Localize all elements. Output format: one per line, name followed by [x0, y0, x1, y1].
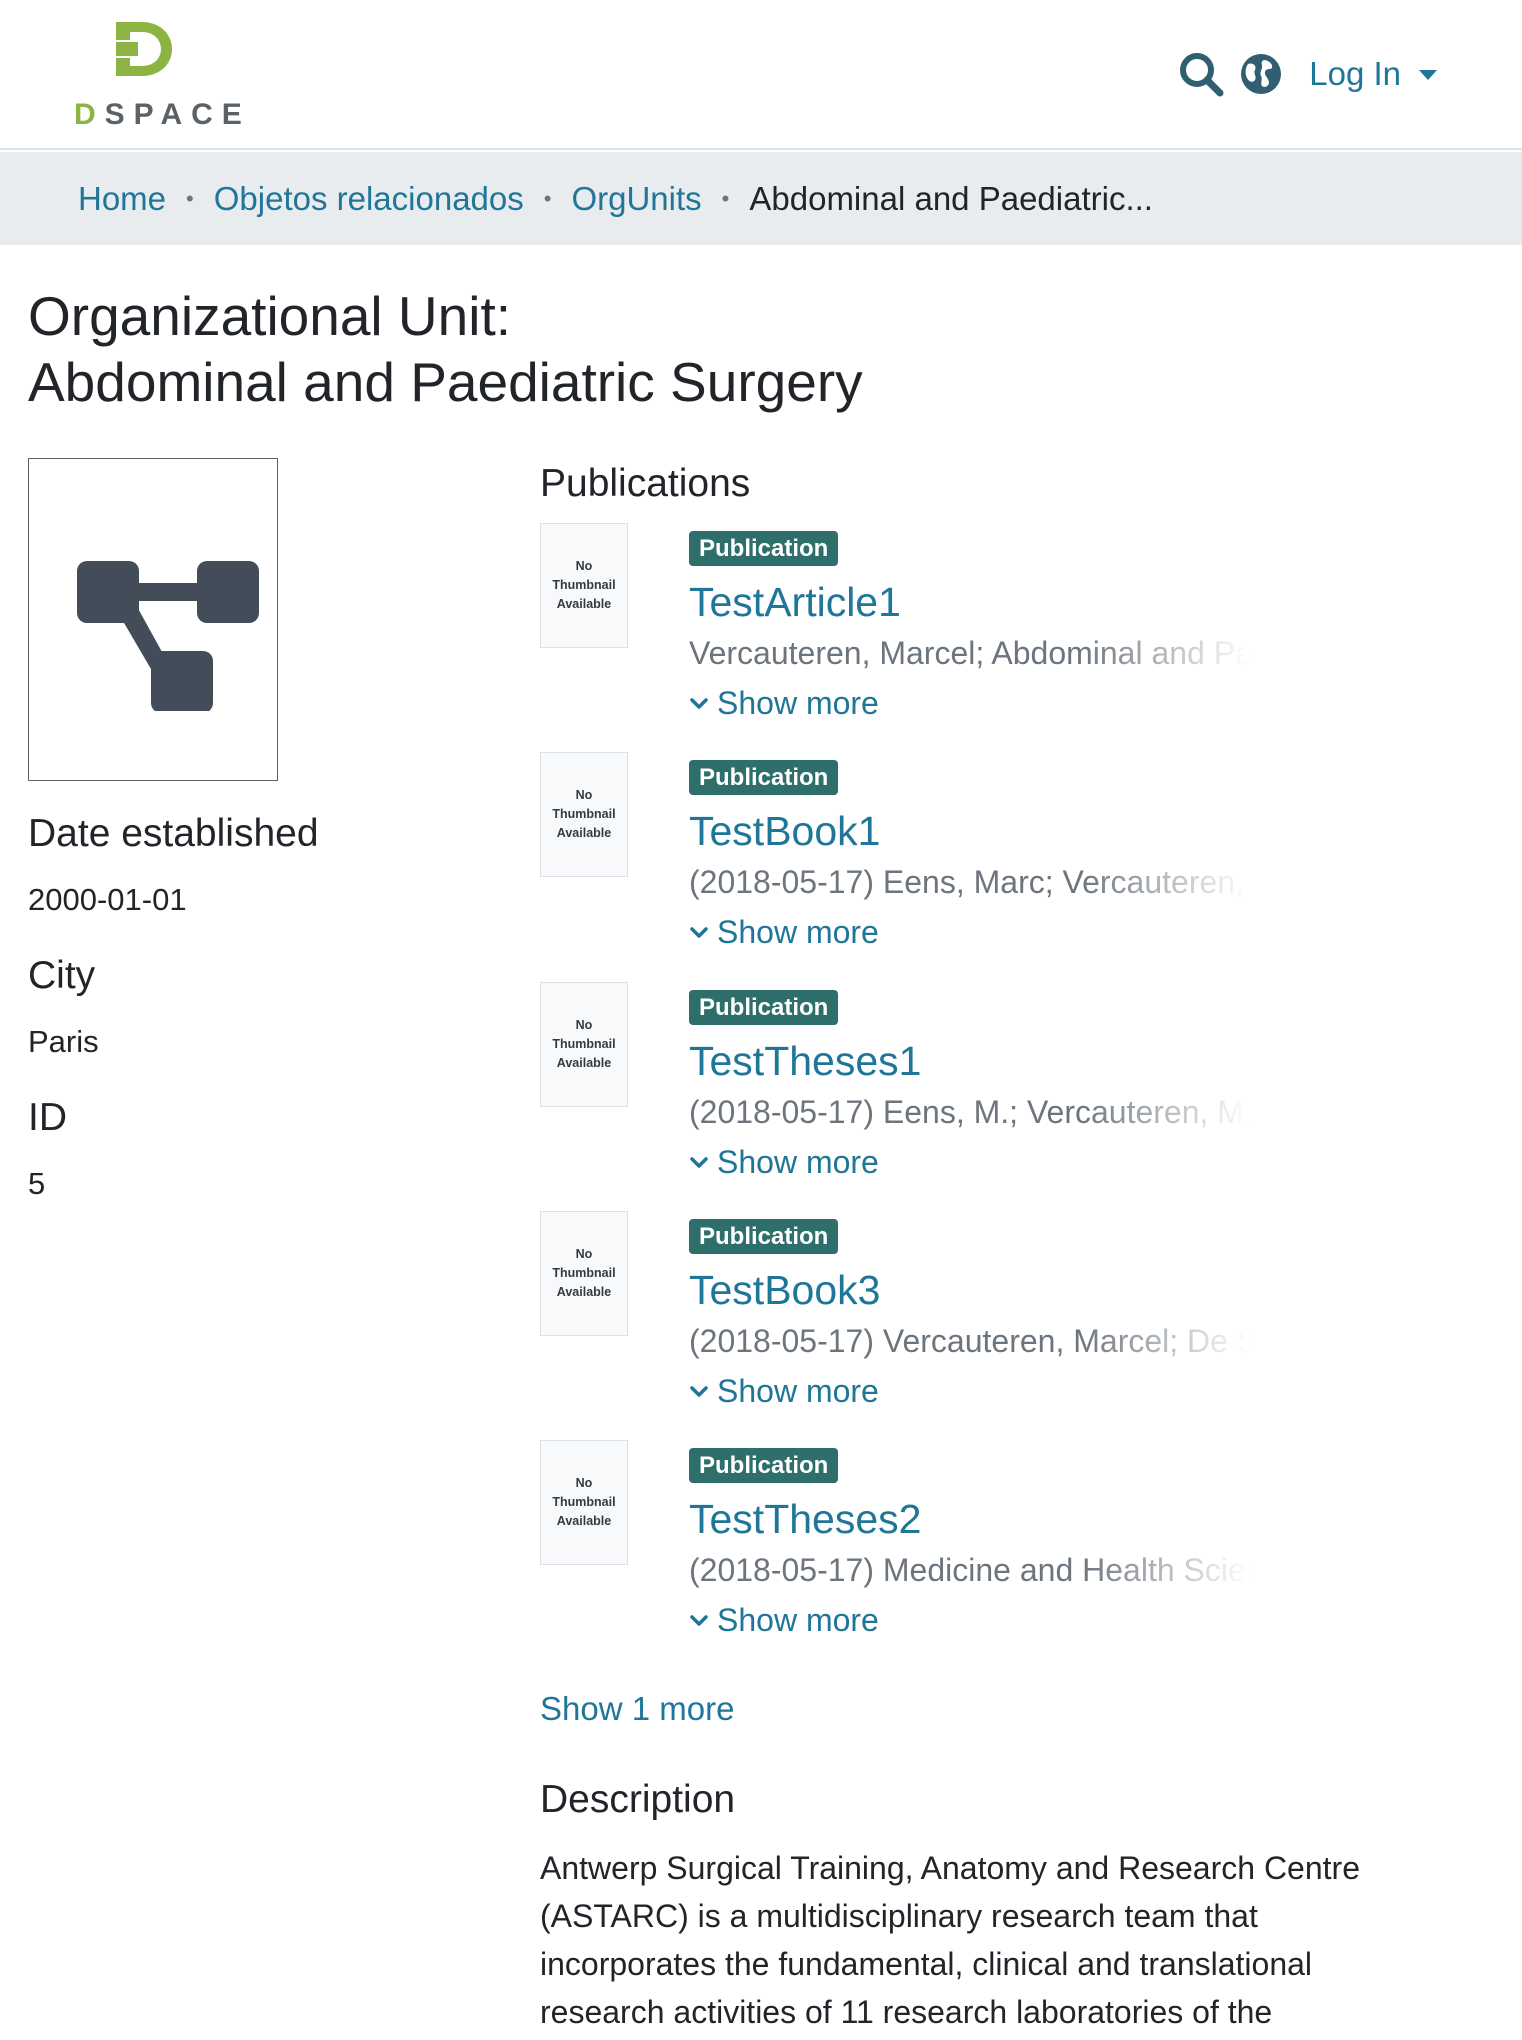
no-thumb-line: Available: [556, 1285, 612, 1299]
publication-badge: Publication: [689, 1448, 839, 1483]
id-label: ID: [28, 1096, 67, 1139]
show-more-label: Show more: [717, 685, 879, 721]
no-thumb-line: Thumbnail: [552, 1037, 616, 1051]
chevron-down-icon: [690, 926, 708, 938]
site-header: DSPACE Log In: [0, 0, 1522, 150]
chevron-down-icon: [690, 1614, 708, 1626]
no-thumbnail-placeholder[interactable]: No Thumbnail Available: [540, 982, 628, 1107]
no-thumb-line: Available: [556, 1514, 612, 1528]
no-thumb-line: Available: [556, 597, 612, 611]
chevron-down-icon: [690, 1385, 708, 1397]
publication-item: No Thumbnail Available Publication TestArtic…: [540, 523, 1340, 733]
chevron-down-icon: [690, 697, 708, 709]
no-thumb-line: Available: [556, 1056, 612, 1070]
publication-authors: (2018-05-17) Vercauteren, Marcel; De Sme…: [689, 1323, 1249, 1359]
orgunit-icon: [77, 561, 259, 711]
no-thumb-line: No: [575, 1476, 593, 1490]
no-thumb-line: No: [575, 1247, 593, 1261]
page-title-line2: Abdominal and Paediatric Surgery: [28, 351, 863, 413]
no-thumbnail-placeholder[interactable]: No Thumbnail Available: [540, 523, 628, 648]
show-more-button[interactable]: Show more: [689, 1602, 879, 1639]
no-thumb-line: Thumbnail: [552, 807, 616, 821]
no-thumb-line: Thumbnail: [552, 578, 616, 592]
publication-authors: (2018-05-17) Eens, M.; Vercauteren, M.: [689, 1094, 1249, 1130]
publication-badge: Publication: [689, 760, 839, 795]
no-thumb-line: Thumbnail: [552, 1266, 616, 1280]
show-more-button[interactable]: Show more: [689, 1373, 879, 1410]
publication-badge: Publication: [689, 990, 839, 1025]
show-more-button[interactable]: Show more: [689, 914, 879, 951]
login-label: Log In: [1309, 55, 1401, 92]
breadcrumb-separator: •: [721, 185, 730, 211]
publication-authors: (2018-05-17) Medicine and Health Science…: [689, 1552, 1249, 1588]
no-thumb-line: Available: [556, 826, 612, 840]
breadcrumb-home[interactable]: Home: [78, 180, 166, 218]
login-dropdown[interactable]: Log In: [1309, 55, 1437, 93]
search-icon[interactable]: [1177, 50, 1225, 98]
publication-item: No Thumbnail Available Publication TestBook3…: [540, 1211, 1340, 1421]
dspace-logo[interactable]: DSPACE: [72, 20, 242, 131]
publication-title-link[interactable]: TestBook3: [689, 1267, 880, 1314]
description-text: Antwerp Surgical Training, Anatomy and R…: [540, 1850, 1360, 2030]
dspace-logo-icon: [116, 22, 172, 76]
show-more-label: Show more: [717, 1144, 879, 1180]
publications-heading: Publications: [540, 462, 751, 505]
globe-icon[interactable]: [1237, 50, 1285, 98]
publication-item: No Thumbnail Available Publication TestThese…: [540, 982, 1340, 1192]
publication-badge: Publication: [689, 1219, 839, 1254]
show-more-label: Show more: [717, 1602, 879, 1638]
publication-item: No Thumbnail Available Publication TestThese…: [540, 1440, 1340, 1650]
city-label: City: [28, 954, 96, 997]
breadcrumb-orgunits[interactable]: OrgUnits: [571, 180, 701, 218]
breadcrumb-current: Abdominal and Paediatric...: [749, 179, 1153, 217]
show-1-more-link[interactable]: Show 1 more: [540, 1690, 734, 1728]
entity-thumbnail: [28, 458, 278, 781]
header-actions: Log In: [1165, 46, 1437, 102]
description-heading: Description: [540, 1778, 736, 1821]
city-value: Paris: [28, 1024, 99, 1059]
show-more-label: Show more: [717, 1373, 879, 1409]
date-established-value: 2000-01-01: [28, 882, 187, 917]
caret-down-icon: [1419, 70, 1437, 80]
no-thumbnail-placeholder[interactable]: No Thumbnail Available: [540, 1440, 628, 1565]
no-thumb-line: Thumbnail: [552, 1495, 616, 1509]
page-title-line1: Organizational Unit:: [28, 285, 512, 347]
show-more-button[interactable]: Show more: [689, 685, 879, 722]
no-thumb-line: No: [575, 1018, 593, 1032]
show-more-label: Show more: [717, 914, 879, 950]
publication-authors: (2018-05-17) Eens, Marc; Vercauteren, Ma…: [689, 864, 1249, 900]
no-thumbnail-placeholder[interactable]: No Thumbnail Available: [540, 1211, 628, 1336]
publication-title-link[interactable]: TestBook1: [689, 808, 880, 855]
breadcrumb-separator: •: [543, 185, 552, 211]
publication-authors: Vercauteren, Marcel; Abdominal and Paedi…: [689, 635, 1249, 671]
breadcrumb: Home • Objetos relacionados • OrgUnits •…: [0, 152, 1522, 245]
publication-badge: Publication: [689, 531, 839, 566]
no-thumb-line: No: [575, 788, 593, 802]
publication-title-link[interactable]: TestTheses1: [689, 1038, 921, 1085]
show-more-button[interactable]: Show more: [689, 1144, 879, 1181]
no-thumbnail-placeholder[interactable]: No Thumbnail Available: [540, 752, 628, 877]
logo-text: DSPACE: [74, 98, 251, 131]
id-value: 5: [28, 1166, 46, 1201]
chevron-down-icon: [690, 1156, 708, 1168]
breadcrumb-separator: •: [186, 185, 194, 211]
date-established-label: Date established: [28, 812, 319, 855]
publication-item: No Thumbnail Available Publication TestBook1…: [540, 752, 1340, 962]
no-thumb-line: No: [575, 559, 593, 573]
publication-title-link[interactable]: TestArticle1: [689, 579, 901, 626]
page-title: Organizational Unit: Abdominal and Paedi…: [28, 283, 863, 415]
publication-title-link[interactable]: TestTheses2: [689, 1496, 921, 1543]
breadcrumb-related-objects[interactable]: Objetos relacionados: [214, 180, 524, 218]
